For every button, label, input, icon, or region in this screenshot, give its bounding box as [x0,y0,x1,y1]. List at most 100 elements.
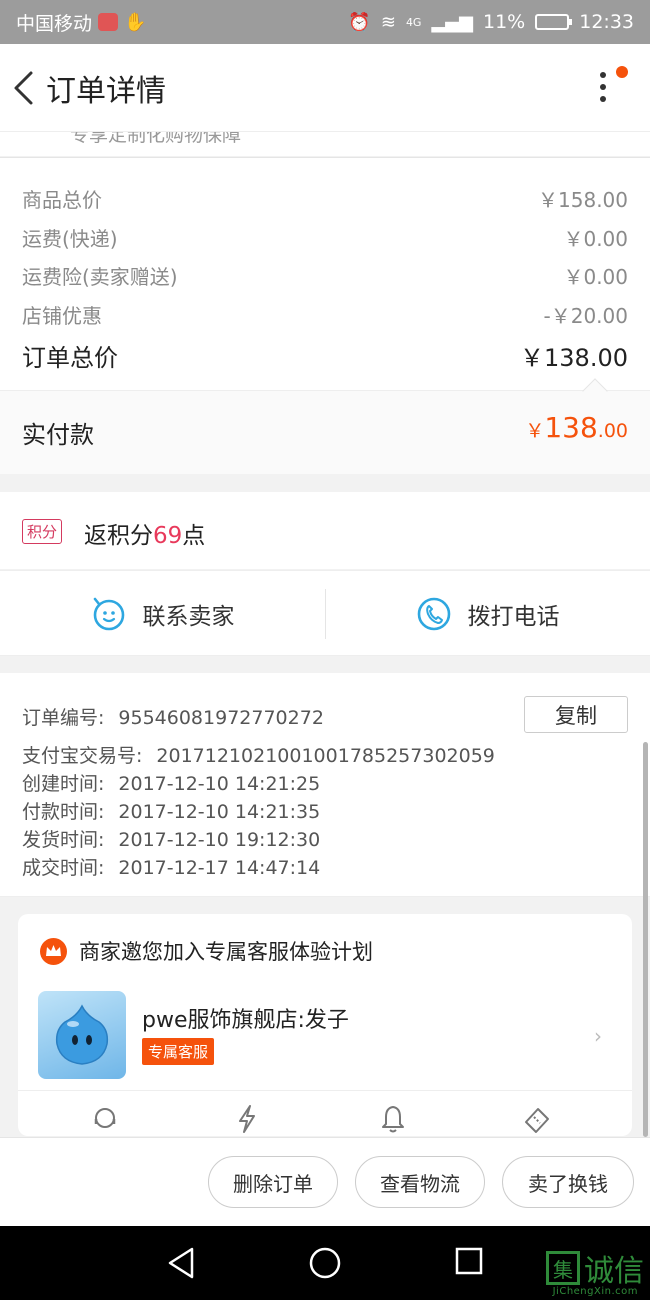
info-label: 订单编号: [22,707,105,729]
service-header: 商家邀您加入专属客服体验计划 [40,936,373,966]
info-value: 95546081972770272 [118,707,324,729]
shop-name[interactable]: pwe服饰旗舰店:发子 [142,1002,349,1034]
contact-seller-label: 联系卖家 [142,604,235,630]
more-dots-icon [600,72,606,78]
points-suffix: 点 [182,523,206,549]
info-row-completed: 成交时间: 2017-12-17 14:47:14 [22,853,320,880]
watermark-logo: 集 诚信 [546,1246,644,1290]
info-value: 2017-12-10 19:12:30 [118,829,321,851]
paid-decimal: .00 [597,420,628,442]
price-row-label: 运费险(卖家赠送) [22,265,178,289]
view-logistics-button[interactable]: 查看物流 [355,1156,485,1208]
info-value: 2017-12-10 14:21:25 [118,773,321,795]
paid-amount: ￥138.00 [525,411,628,444]
page-title: 订单详情 [46,73,166,109]
nav-home-icon[interactable] [308,1246,342,1280]
watermark-box: 集 [546,1251,580,1285]
info-row-order-number: 订单编号: 95546081972770272 [22,703,324,730]
call-phone-button[interactable]: 拨打电话 [325,571,650,657]
order-total-row: 订单总价 ￥138.00 [22,338,628,373]
battery-icon [535,14,573,30]
bell-icon[interactable] [378,1104,408,1134]
order-info-section: 订单编号: 95546081972770272 复制 支付宝交易号: 2017121… [0,673,650,897]
more-dot [600,84,606,90]
info-row-shipped: 发货时间: 2017-12-10 19:12:30 [22,825,320,852]
phone-icon [417,597,450,631]
headset-icon[interactable] [90,1104,120,1134]
price-row-label: 店铺优惠 [22,304,102,328]
clock: 12:33 [579,11,634,33]
more-dot [600,96,606,102]
scrollbar[interactable] [643,742,648,1137]
shop-avatar[interactable] [38,991,126,1079]
info-value: 2017121021001001785257302059 [156,745,495,767]
wifi-icon: ≋ [380,11,396,33]
price-row-value: ￥0.00 [563,227,628,251]
app-header: 订单详情 [0,44,650,132]
scrolled-text: 专享定制化购物保障 [0,132,650,156]
info-row-paid: 付款时间: 2017-12-10 14:21:35 [22,797,320,824]
copy-button[interactable]: 复制 [524,696,628,733]
info-label: 成交时间: [22,857,105,879]
divider [18,1090,632,1091]
guarantee-text: 专享定制化购物保障 [70,132,242,146]
watermark-subtext: JiChengXin.com [552,1286,638,1297]
paid-currency: ￥ [525,420,545,442]
price-summary: 商品总价 ￥158.00 运费(快递) ￥0.00 运费险(卖家赠送) ￥0.0… [0,157,650,390]
chevron-right-icon[interactable]: › [594,1024,602,1048]
order-total-label: 订单总价 [22,344,118,372]
service-title: 商家邀您加入专属客服体验计划 [79,940,373,964]
more-menu-button[interactable] [596,66,628,112]
alarm-icon: ⏰ [348,11,371,33]
paid-integer: 138 [544,411,598,444]
nav-back-icon[interactable] [164,1246,198,1280]
service-invite-card: 商家邀您加入专属客服体验计划 pwe服饰旗舰店:发子 专属客服 › [18,914,632,1136]
contact-section: 联系卖家 拨打电话 [0,570,650,656]
notification-dot [616,66,628,78]
lightning-icon[interactable] [232,1104,262,1134]
status-bar: 中国移动 ✋ ⏰ ≋ 4G ▂▄▆ 11% 12:33 [0,0,650,44]
points-text: 返积分69点 [84,516,205,550]
chevron-left-icon [14,71,33,104]
signal-icon: ▂▄▆ [431,11,473,33]
network-type-label: 4G [405,15,422,29]
info-label: 发货时间: [22,829,105,851]
paid-label: 实付款 [22,421,94,449]
order-total-value: ￥138.00 [520,344,628,372]
price-row: 运费险(卖家赠送) ￥0.00 [22,261,628,290]
resell-button[interactable]: 卖了换钱 [502,1156,634,1208]
price-row-value: ￥158.00 [538,188,628,212]
mascot-icon [55,1004,109,1065]
delete-order-button[interactable]: 删除订单 [208,1156,338,1208]
points-section: 积分 返积分69点 [0,492,650,569]
info-label: 支付宝交易号: [22,745,143,767]
paid-amount-section: 实付款 ￥138.00 [0,378,650,474]
ticket-icon[interactable] [522,1104,552,1134]
service-icons-row [18,1104,632,1136]
info-row-created: 创建时间: 2017-12-10 14:21:25 [22,769,320,796]
contact-seller-button[interactable]: 联系卖家 [0,571,325,657]
price-row: 商品总价 ￥158.00 [22,184,628,213]
price-row: 运费(快递) ￥0.00 [22,223,628,252]
crown-icon [40,937,67,965]
info-label: 付款时间: [22,801,105,823]
info-value: 2017-12-10 14:21:35 [118,801,321,823]
price-row-label: 商品总价 [22,188,102,212]
points-prefix: 返积分 [84,523,153,549]
call-phone-label: 拨打电话 [467,604,560,630]
chat-face-icon [93,597,124,631]
nav-recents-icon[interactable] [454,1246,484,1276]
price-row-label: 运费(快递) [22,227,118,251]
info-label: 创建时间: [22,773,105,795]
price-row: 店铺优惠 -￥20.00 [22,300,628,329]
info-row-alipay: 支付宝交易号: 2017121021001001785257302059 [22,741,495,768]
back-button[interactable] [4,44,44,132]
price-row-value: -￥20.00 [543,304,628,328]
watermark-text: 诚信 [584,1254,644,1289]
app-notification-icon: ✋ [124,11,147,33]
points-badge: 积分 [22,519,63,544]
carrier-label: 中国移动 [16,12,93,35]
bottom-action-bar: 删除订单 查看物流 卖了换钱 [0,1137,650,1226]
points-number: 69 [153,523,183,549]
info-value: 2017-12-17 14:47:14 [118,857,321,879]
